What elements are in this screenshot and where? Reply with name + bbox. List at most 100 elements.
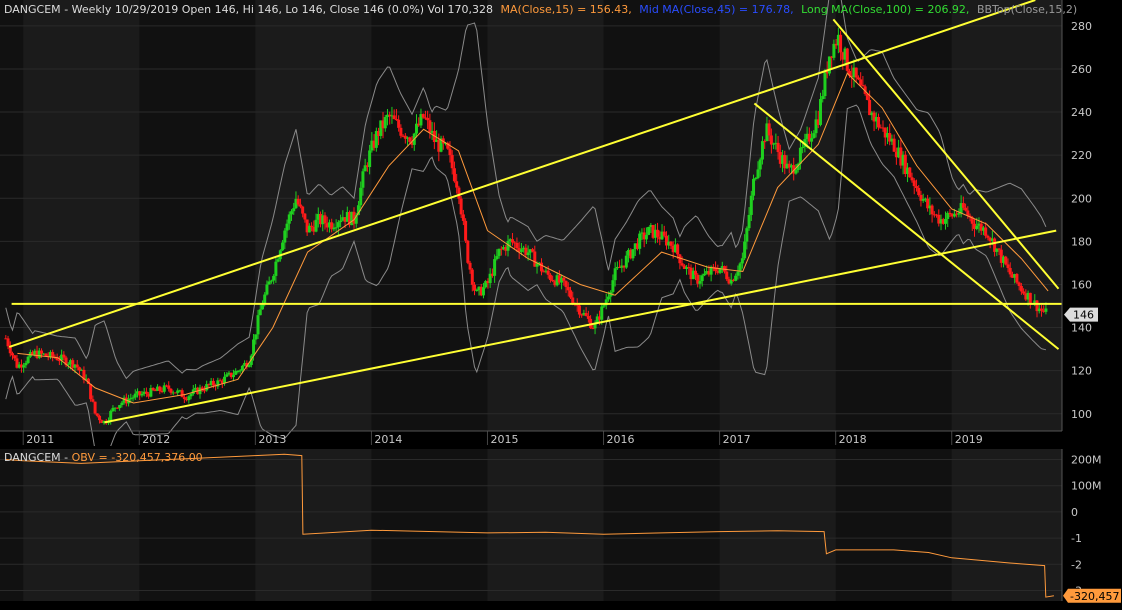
candle-body [539, 262, 543, 272]
candle-body [1019, 285, 1023, 292]
candle-body [44, 353, 48, 356]
candle-body [801, 147, 805, 149]
candle-body [734, 275, 738, 281]
candle-body [519, 249, 523, 252]
candle-body [466, 240, 470, 263]
candle-body [13, 355, 17, 359]
candle-body [336, 222, 340, 228]
x-tick-label: 2013 [258, 433, 286, 446]
candle-body [24, 362, 28, 366]
candle-body [624, 255, 628, 268]
x-tick-label: 2019 [955, 433, 983, 446]
candle-body [984, 227, 988, 236]
candle-body [740, 258, 744, 264]
candle-body [187, 396, 191, 401]
candle-body [680, 263, 684, 266]
candle-body [238, 370, 242, 372]
candle-body [600, 306, 604, 320]
candle-body [303, 213, 307, 220]
y-tick-label: 120 [1071, 365, 1092, 378]
candle-body [1044, 308, 1048, 312]
candle-body [531, 249, 535, 252]
candle-body [93, 401, 97, 414]
candle-body [75, 364, 79, 368]
obv-tick-label: 200M [1071, 453, 1102, 466]
candle-body [656, 229, 660, 237]
header-ma-long: Long MA(Close,100) = 206.92, [801, 3, 969, 16]
obv-year-band [719, 449, 836, 601]
candle-body [1022, 291, 1026, 294]
candle-body [314, 219, 318, 232]
candle-body [247, 364, 251, 368]
obv-tick-label: 0 [1071, 506, 1078, 519]
candle-body [399, 127, 403, 136]
candle-body [577, 305, 581, 315]
candle-body [323, 215, 327, 224]
obv-header: DANGCEM - OBV = -320,457,376.00 [4, 451, 203, 464]
candle-body [606, 296, 610, 300]
candle-body [798, 147, 802, 164]
candle-body [914, 186, 918, 188]
candle-body [548, 274, 552, 280]
candle-body [272, 275, 276, 281]
candle-body [669, 241, 673, 246]
candle-body [743, 241, 747, 259]
candle-body [966, 210, 970, 216]
candle-body [832, 43, 836, 58]
candle-body [120, 402, 124, 406]
candle-body [736, 271, 740, 276]
candle-body [361, 171, 365, 188]
candle-body [1039, 308, 1043, 311]
candle-body [892, 138, 896, 152]
candle-body [694, 270, 698, 275]
candle-body [470, 269, 474, 285]
candle-body [760, 141, 764, 160]
candle-body [450, 155, 454, 169]
candle-body [810, 138, 814, 142]
candle-body [986, 235, 990, 238]
candle-body [265, 284, 269, 295]
candle-body [767, 123, 771, 136]
candle-body [421, 114, 425, 118]
candle-body [1008, 267, 1012, 275]
candle-body [285, 223, 289, 231]
candle-body [310, 225, 314, 227]
candle-body [133, 393, 137, 398]
candle-body [180, 390, 184, 398]
candle-body [189, 393, 193, 397]
candle-body [301, 206, 305, 214]
candle-body [452, 168, 456, 182]
candle-body [854, 67, 858, 78]
candle-body [613, 268, 617, 281]
candle-body [497, 248, 501, 257]
candle-body [240, 365, 244, 371]
candle-body [769, 135, 773, 145]
obv-tick-label: 100M [1071, 480, 1102, 493]
candle-body [738, 263, 742, 272]
header-summary: - [64, 3, 71, 16]
candle-body [461, 214, 465, 221]
candle-body [455, 181, 459, 188]
candle-body [910, 177, 914, 181]
candle-body [397, 119, 401, 128]
candle-body [140, 393, 144, 396]
candle-body [745, 228, 749, 242]
obv-last-label: -320,457 [1070, 590, 1119, 603]
chart-header: DANGCEM - Weekly 10/29/2019 Open 146, Hi… [4, 3, 1077, 16]
candle-body [287, 214, 291, 224]
candle-body [584, 313, 588, 316]
candle-body [109, 411, 113, 421]
candle-body [89, 383, 93, 400]
candle-body [468, 262, 472, 270]
candle-body [26, 356, 30, 363]
candle-body [1028, 292, 1032, 304]
x-tick-label: 2017 [723, 433, 751, 446]
candle-body [457, 187, 461, 199]
candle-body [638, 233, 642, 249]
candle-body [957, 213, 961, 215]
y-tick-label: 240 [1071, 106, 1092, 119]
y-tick-label: 260 [1071, 63, 1092, 76]
candle-body [225, 374, 229, 377]
candle-body [752, 178, 756, 196]
x-tick-label: 2012 [142, 433, 170, 446]
